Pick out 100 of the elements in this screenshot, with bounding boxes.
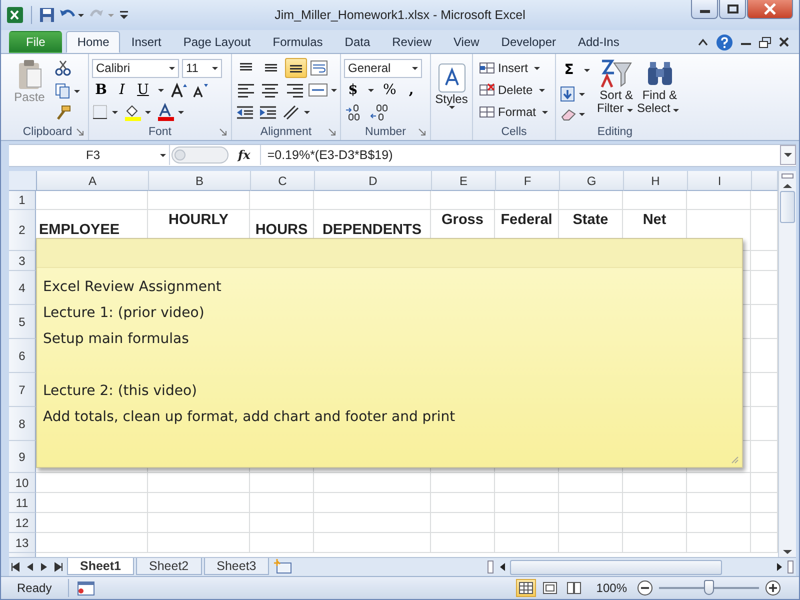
sheet-tab[interactable]: Sheet2	[136, 558, 202, 576]
grid-cell[interactable]	[431, 533, 495, 554]
view-button[interactable]	[516, 579, 536, 598]
collapse-ribbon-icon[interactable]	[698, 38, 708, 46]
column-header[interactable]: F	[496, 171, 560, 192]
grid-cell[interactable]	[623, 533, 687, 554]
ribbon-tab[interactable]: Developer	[490, 31, 567, 54]
sheet-tab[interactable]: Sheet1	[67, 558, 134, 576]
grid-cell[interactable]	[148, 191, 250, 210]
grid-cell[interactable]	[687, 533, 751, 554]
restore-icon[interactable]	[759, 36, 771, 48]
grid-cell[interactable]	[250, 191, 314, 210]
font-name-dropdown[interactable]: Calibri	[92, 58, 179, 78]
sort-filter-button[interactable]: Sort & Filter	[595, 57, 638, 124]
grid-cell[interactable]	[314, 533, 431, 554]
copy-icon[interactable]	[55, 82, 81, 98]
row-header[interactable]: 13	[9, 533, 36, 554]
ribbon-tab[interactable]: Formulas	[262, 31, 334, 54]
select-all-corner[interactable]	[9, 171, 37, 192]
grid-cell[interactable]	[623, 473, 687, 494]
row-header[interactable]: 8	[9, 407, 36, 442]
font-color-icon[interactable]	[156, 103, 186, 122]
orientation-icon[interactable]	[281, 104, 311, 120]
fill-down-icon[interactable]	[560, 86, 586, 102]
shrink-font-icon[interactable]	[191, 82, 209, 98]
grid-cell[interactable]	[623, 493, 687, 514]
grid-cell[interactable]	[36, 493, 148, 514]
grid-cell[interactable]	[559, 533, 623, 554]
grid-cell[interactable]	[431, 513, 495, 534]
zoom-slider-thumb[interactable]	[704, 580, 714, 596]
find-select-button[interactable]: Find & Select	[638, 57, 682, 124]
grid-cell[interactable]	[431, 473, 495, 494]
grid-cell[interactable]	[250, 493, 314, 514]
ribbon-tab[interactable]: Add-Ins	[567, 31, 630, 54]
row-header[interactable]: 11	[9, 493, 36, 514]
grid-cell[interactable]	[687, 493, 751, 514]
row-header[interactable]: 10	[9, 473, 36, 494]
splitter-handle-icon[interactable]	[170, 145, 230, 166]
grid-cell[interactable]	[559, 513, 623, 534]
resize-grip-icon[interactable]	[731, 456, 739, 464]
ribbon-tab[interactable]: Review	[381, 31, 442, 54]
grid-cell[interactable]	[250, 473, 314, 494]
split-handle-icon[interactable]	[780, 171, 795, 182]
grid-cell[interactable]	[36, 473, 148, 494]
grid-cell[interactable]	[559, 493, 623, 514]
grid-cell[interactable]	[623, 191, 687, 210]
scissors-icon[interactable]	[55, 60, 71, 76]
horizontal-scrollbar[interactable]	[486, 559, 796, 576]
row-header[interactable]: 7	[9, 373, 36, 408]
merge-center-icon[interactable]	[308, 82, 337, 98]
bold-button[interactable]: B	[92, 82, 110, 98]
record-macro-icon[interactable]	[76, 580, 95, 596]
grid-cell[interactable]	[559, 191, 623, 210]
decrease-indent-icon[interactable]	[235, 104, 255, 120]
grid-cell[interactable]	[623, 513, 687, 534]
grid-cell[interactable]	[36, 513, 148, 534]
grid-cell[interactable]	[250, 513, 314, 534]
column-header[interactable]: I	[688, 171, 752, 192]
zoom-in-icon[interactable]	[765, 580, 781, 596]
grid-cell[interactable]	[36, 191, 148, 210]
ribbon-tab[interactable]: Page Layout	[172, 31, 262, 54]
grid-cell[interactable]	[495, 191, 559, 210]
font-size-dropdown[interactable]: 11	[182, 58, 222, 78]
grid-cell[interactable]	[148, 493, 250, 514]
currency-button[interactable]: $	[344, 82, 362, 98]
grid-cell[interactable]	[687, 513, 751, 534]
grid-cell[interactable]	[431, 191, 495, 210]
grid-cell[interactable]	[559, 473, 623, 494]
zoom-out-icon[interactable]	[637, 580, 653, 596]
grid-cell[interactable]	[148, 513, 250, 534]
styles-button[interactable]: Styles	[433, 57, 470, 140]
help-icon[interactable]	[716, 34, 733, 51]
text-align-icon[interactable]	[235, 82, 256, 98]
grid-cell[interactable]	[314, 473, 431, 494]
grow-font-icon[interactable]	[170, 82, 188, 98]
grid-cell[interactable]	[495, 473, 559, 494]
ribbon-tab[interactable]: Insert	[120, 31, 172, 54]
insert-function-button[interactable]: fx	[230, 148, 260, 162]
increase-indent-icon[interactable]	[258, 104, 278, 120]
row-header[interactable]: 12	[9, 513, 36, 534]
expand-formula-icon[interactable]	[780, 145, 796, 166]
scroll-thumb[interactable]	[780, 191, 795, 224]
row-header[interactable]: 2	[9, 210, 36, 252]
ribbon-tab[interactable]: Data	[334, 31, 382, 54]
file-tab[interactable]: File	[9, 31, 62, 54]
cells-button[interactable]: Insert	[479, 57, 552, 80]
scroll-thumb[interactable]	[510, 560, 722, 575]
column-header[interactable]: C	[251, 171, 315, 192]
column-header[interactable]: G	[560, 171, 624, 192]
dialog-launcher-icon[interactable]	[328, 128, 336, 136]
autosum-button[interactable]: Σ	[560, 62, 578, 78]
number-format-dropdown[interactable]: General	[344, 58, 422, 78]
zoom-level[interactable]: 100%	[588, 581, 633, 596]
dialog-launcher-icon[interactable]	[418, 128, 426, 136]
grid-cell[interactable]	[431, 493, 495, 514]
vertical-align-button[interactable]	[285, 58, 307, 78]
dialog-launcher-icon[interactable]	[219, 128, 227, 136]
column-header[interactable]: H	[624, 171, 688, 192]
grid-cell[interactable]	[495, 533, 559, 554]
row-header[interactable]: 5	[9, 305, 36, 340]
